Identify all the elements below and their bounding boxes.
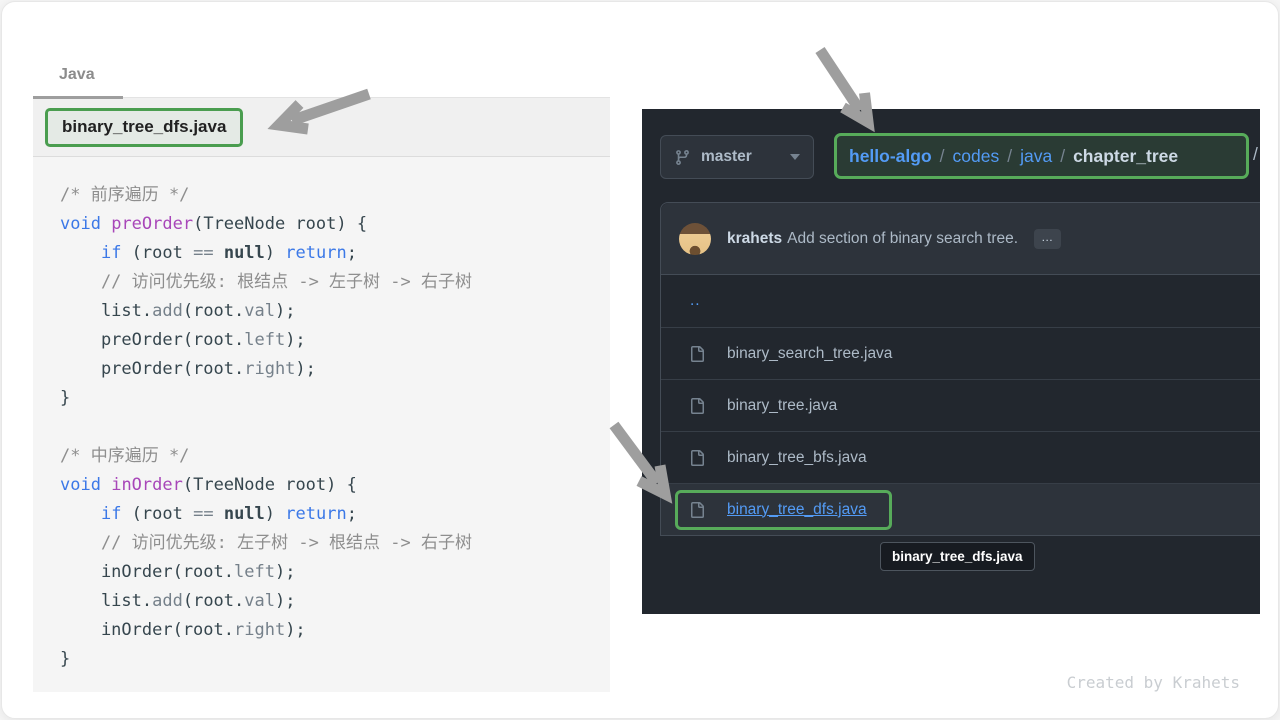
commit-message-link[interactable]: Add section of binary search tree.	[787, 230, 1018, 248]
code-line-5: list.add(root.val);	[60, 297, 592, 326]
breadcrumb-chapter_tree: chapter_tree	[1073, 146, 1178, 167]
code-line-2: void preOrder(TreeNode root) {	[60, 210, 592, 239]
code-line-14: inOrder(root.left);	[60, 558, 592, 587]
code-line-9	[60, 413, 592, 442]
code-line-10: /* 中序遍历 */	[60, 442, 592, 471]
file-icon	[689, 346, 705, 362]
language-tab-bar: Java	[33, 58, 610, 98]
breadcrumb: hello-algo / codes / java / chapter_tree	[849, 146, 1178, 167]
branch-name: master	[701, 148, 752, 166]
git-branch-icon	[674, 149, 691, 166]
file-row[interactable]: binary_search_tree.java	[661, 327, 1260, 379]
code-line-1: /* 前序遍历 */	[60, 181, 592, 210]
file-icon	[689, 450, 705, 466]
avatar[interactable]	[679, 223, 711, 255]
code-line-3: if (root == null) return;	[60, 239, 592, 268]
page-card: Java binary_tree_dfs.java /* 前序遍历 */void…	[1, 1, 1279, 719]
parent-directory-link[interactable]: ..	[690, 292, 701, 310]
filename-header: binary_tree_dfs.java	[33, 98, 610, 157]
file-row[interactable]: binary_tree_bfs.java	[661, 431, 1260, 483]
code-line-16: inOrder(root.right);	[60, 616, 592, 645]
github-explorer-panel: master hello-algo / codes / java / chapter_tre…	[642, 109, 1260, 614]
code-line-15: list.add(root.val);	[60, 587, 592, 616]
code-editor-panel: Java binary_tree_dfs.java /* 前序遍历 */void…	[33, 58, 610, 692]
file-row[interactable]: binary_tree.java	[661, 379, 1260, 431]
file-tooltip: binary_tree_dfs.java	[880, 542, 1035, 571]
file-annotation-box: binary_tree_dfs.java	[675, 490, 892, 530]
code-line-6: preOrder(root.left);	[60, 326, 592, 355]
commit-author-link[interactable]: krahets	[727, 230, 782, 248]
breadcrumb-hello-algo[interactable]: hello-algo	[849, 146, 932, 167]
breadcrumb-separator: /	[1060, 146, 1065, 167]
file-name-link[interactable]: binary_tree_bfs.java	[727, 449, 867, 467]
breadcrumb-annotation-box: hello-algo / codes / java / chapter_tree	[834, 133, 1249, 179]
code-line-13: // 访问优先级: 左子树 -> 根结点 -> 右子树	[60, 529, 592, 558]
breadcrumb-trailing-separator: /	[1253, 144, 1258, 165]
code-line-7: preOrder(root.right);	[60, 355, 592, 384]
filename-annotation-box: binary_tree_dfs.java	[45, 108, 243, 147]
latest-commit-bar: krahets Add section of binary search tre…	[661, 203, 1260, 275]
branch-selector-button[interactable]: master	[660, 135, 814, 179]
breadcrumb-separator: /	[940, 146, 945, 167]
file-icon	[689, 502, 705, 518]
tab-java[interactable]: Java	[59, 66, 95, 84]
file-list: binary_search_tree.java binary_tree.javab…	[661, 327, 1260, 535]
code-line-4: // 访问优先级: 根结点 -> 左子树 -> 右子树	[60, 268, 592, 297]
code-line-17: }	[60, 645, 592, 674]
code-block: /* 前序遍历 */void preOrder(TreeNode root) {…	[33, 157, 610, 692]
file-name-link[interactable]: binary_tree_dfs.java	[727, 501, 867, 519]
tab-active-underline	[33, 96, 123, 99]
chevron-down-icon	[790, 154, 800, 160]
code-line-8: }	[60, 384, 592, 413]
file-icon	[689, 398, 705, 414]
code-filename: binary_tree_dfs.java	[62, 117, 226, 136]
code-line-12: if (root == null) return;	[60, 500, 592, 529]
credit-text: Created by Krahets	[1067, 673, 1240, 692]
commit-expand-button[interactable]: …	[1034, 229, 1061, 249]
code-line-11: void inOrder(TreeNode root) {	[60, 471, 592, 500]
file-name-link[interactable]: binary_tree.java	[727, 397, 837, 415]
breadcrumb-separator: /	[1007, 146, 1012, 167]
breadcrumb-java[interactable]: java	[1020, 146, 1052, 167]
file-name-link[interactable]: binary_search_tree.java	[727, 345, 892, 363]
file-row[interactable]: binary_tree_dfs.java	[661, 483, 1260, 535]
breadcrumb-codes[interactable]: codes	[953, 146, 1000, 167]
parent-directory-row[interactable]: ..	[661, 275, 1260, 327]
file-browser: krahets Add section of binary search tre…	[660, 202, 1260, 536]
